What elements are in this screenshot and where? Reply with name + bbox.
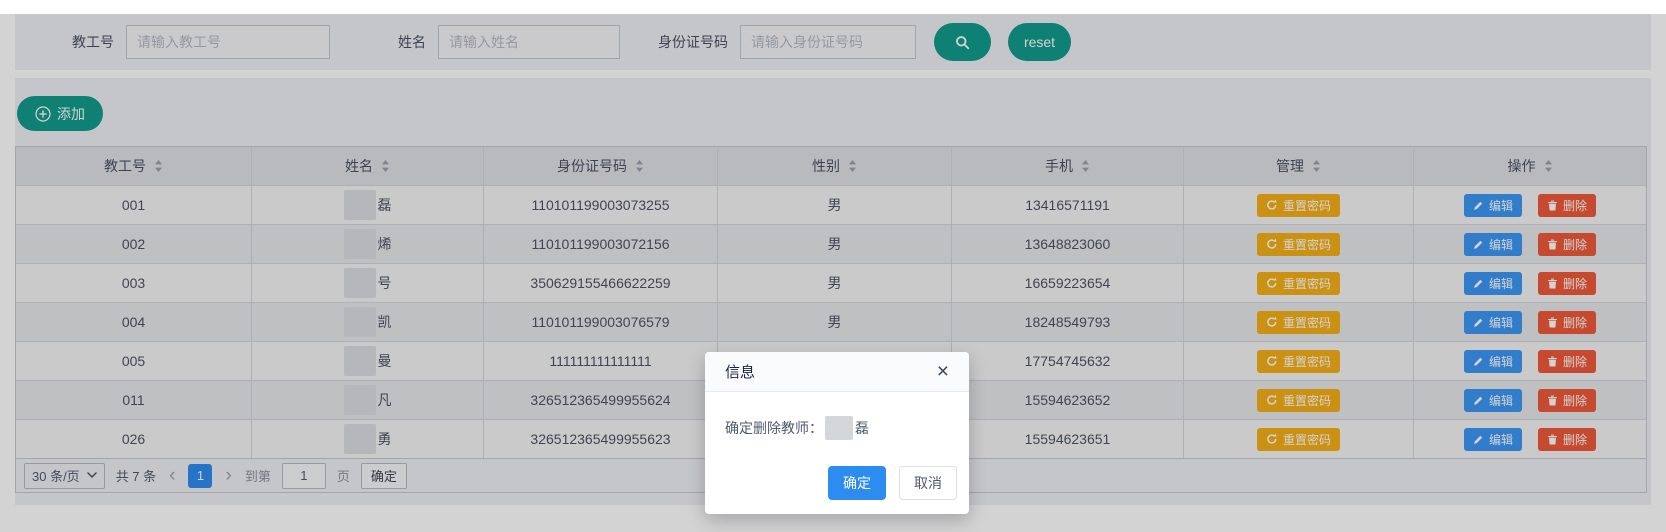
censored-name-block bbox=[825, 416, 853, 440]
modal-title: 信息 bbox=[725, 364, 756, 381]
teacher-name-visible-char: 磊 bbox=[855, 420, 869, 436]
modal-message-prefix: 确定删除教师： bbox=[725, 420, 823, 436]
delete-confirm-modal: 信息 × 确定删除教师： 磊 确定 取消 bbox=[705, 352, 969, 514]
modal-message: 确定删除教师： 磊 bbox=[705, 392, 969, 456]
modal-header: 信息 × bbox=[705, 352, 969, 392]
close-icon[interactable]: × bbox=[937, 361, 949, 382]
modal-cancel-button[interactable]: 取消 bbox=[899, 466, 957, 500]
modal-footer: 确定 取消 bbox=[705, 456, 969, 514]
modal-confirm-button[interactable]: 确定 bbox=[828, 466, 886, 500]
